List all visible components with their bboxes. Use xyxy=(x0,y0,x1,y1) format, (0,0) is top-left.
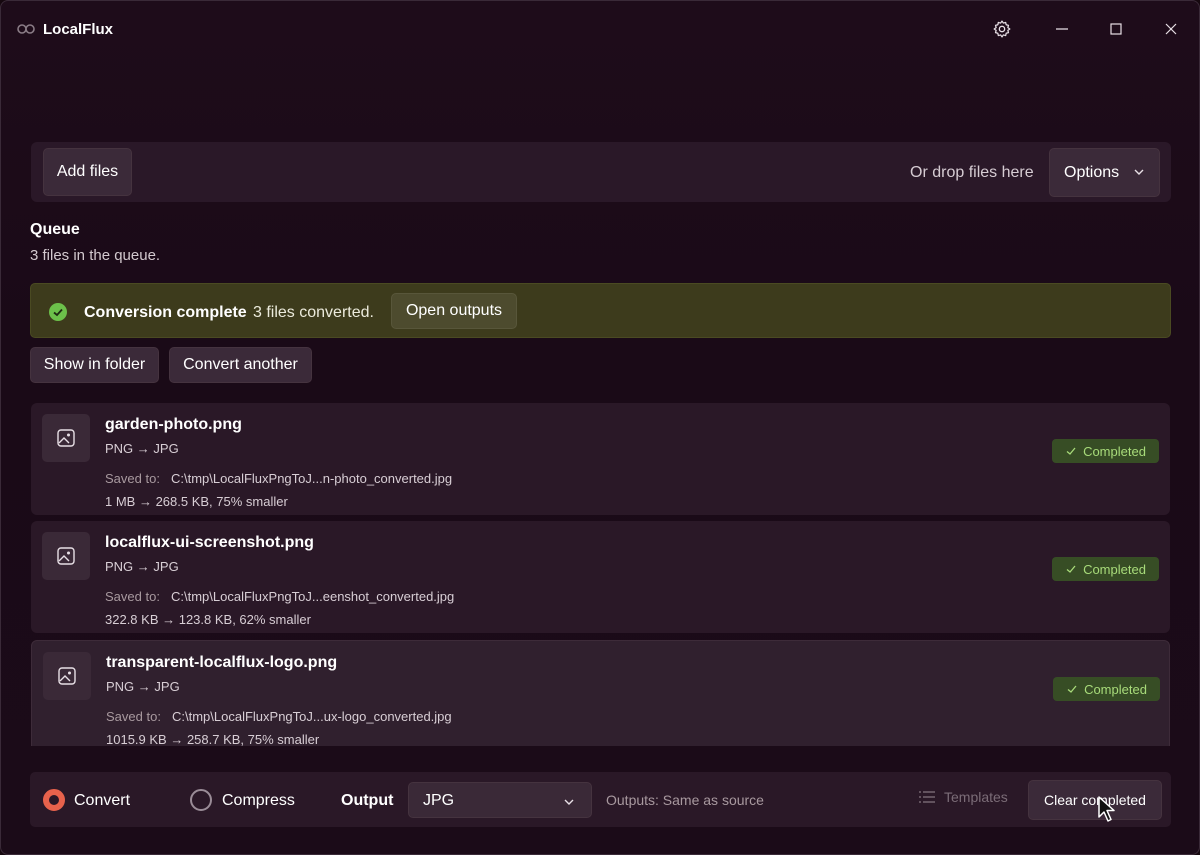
image-icon xyxy=(58,667,76,685)
saved-path: C:\tmp\LocalFluxPngToJ...ux-logo_convert… xyxy=(172,709,452,724)
status-badge: Completed xyxy=(1053,677,1160,701)
file-name: garden-photo.png xyxy=(105,416,242,433)
minimize-icon xyxy=(1056,28,1068,30)
status-text: Completed xyxy=(1084,681,1147,697)
banner-title: Conversion complete xyxy=(84,304,247,321)
size-info: 1 MB → 268.5 KB, 75% smaller xyxy=(105,494,288,509)
app-window: LocalFlux Add files Or drop files here O… xyxy=(0,0,1200,855)
file-conversion: PNG → JPG xyxy=(105,441,179,456)
title-bar: LocalFlux xyxy=(1,1,1199,57)
image-icon xyxy=(57,547,75,565)
success-banner: Conversion complete 3 files converted. O… xyxy=(30,283,1171,338)
convert-another-button[interactable]: Convert another xyxy=(169,347,312,383)
maximize-button[interactable] xyxy=(1102,15,1130,43)
chevron-down-icon xyxy=(1134,169,1144,175)
templates-label: Templates xyxy=(944,789,1008,805)
app-logo-icon xyxy=(17,24,35,34)
file-thumbnail xyxy=(42,414,90,462)
size-info: 1015.9 KB → 258.7 KB, 75% smaller xyxy=(106,732,320,746)
drop-zone[interactable]: Add files Or drop files here Options xyxy=(31,142,1171,202)
queue-count: 3 files in the queue. xyxy=(30,247,161,264)
clear-completed-button[interactable]: Clear completed xyxy=(1028,780,1162,820)
settings-button[interactable] xyxy=(988,15,1016,43)
compress-radio-label[interactable]: Compress xyxy=(222,792,295,810)
image-icon xyxy=(57,429,75,447)
saved-to-label: Saved to: xyxy=(105,589,160,604)
maximize-icon xyxy=(1110,23,1122,35)
status-text: Completed xyxy=(1083,561,1146,577)
minimize-button[interactable] xyxy=(1048,15,1076,43)
chevron-down-icon xyxy=(564,799,574,805)
app-title: LocalFlux xyxy=(43,21,114,38)
output-format-value: JPG xyxy=(423,792,455,809)
output-label: Output xyxy=(341,792,394,809)
check-circle-icon xyxy=(49,303,67,321)
list-icon xyxy=(919,791,935,803)
size-info: 322.8 KB → 123.8 KB, 62% smaller xyxy=(105,612,311,627)
file-conversion: PNG → JPG xyxy=(105,559,179,574)
list-item[interactable]: garden-photo.png PNG → JPG Saved to: C:\… xyxy=(31,403,1170,515)
close-button[interactable] xyxy=(1157,15,1185,43)
saved-path: C:\tmp\LocalFluxPngToJ...eenshot_convert… xyxy=(171,589,455,604)
options-label: Options xyxy=(1064,163,1120,181)
mouse-cursor-icon xyxy=(1098,796,1115,822)
check-icon xyxy=(1067,685,1077,693)
options-dropdown[interactable]: Options xyxy=(1049,148,1160,197)
file-thumbnail xyxy=(42,532,90,580)
list-item[interactable]: transparent-localflux-logo.png PNG → JPG… xyxy=(31,640,1170,746)
compress-radio[interactable] xyxy=(190,789,212,811)
saved-to-label: Saved to: xyxy=(106,709,161,724)
banner-message: 3 files converted. xyxy=(253,304,374,321)
outputs-hint: Outputs: Same as source xyxy=(606,792,764,808)
status-badge: Completed xyxy=(1052,557,1159,581)
queue-title: Queue xyxy=(30,221,80,238)
status-badge: Completed xyxy=(1052,439,1159,463)
saved-to-label: Saved to: xyxy=(105,471,160,486)
file-name: transparent-localflux-logo.png xyxy=(106,654,338,671)
gear-icon xyxy=(993,20,1011,38)
check-icon xyxy=(1066,447,1076,455)
close-icon xyxy=(1165,23,1177,35)
open-outputs-button[interactable]: Open outputs xyxy=(391,293,517,329)
show-in-folder-button[interactable]: Show in folder xyxy=(30,347,159,383)
output-format-select[interactable]: JPG xyxy=(408,782,592,818)
bottom-toolbar: Convert Compress Output JPG Outputs: Sam… xyxy=(30,772,1171,827)
file-thumbnail xyxy=(43,652,91,700)
file-name: localflux-ui-screenshot.png xyxy=(105,534,314,551)
status-text: Completed xyxy=(1083,443,1146,459)
saved-path: C:\tmp\LocalFluxPngToJ...n-photo_convert… xyxy=(171,471,453,486)
file-list[interactable]: garden-photo.png PNG → JPG Saved to: C:\… xyxy=(31,403,1171,746)
add-files-button[interactable]: Add files xyxy=(43,148,132,196)
check-icon xyxy=(1066,565,1076,573)
drop-hint: Or drop files here xyxy=(910,164,1034,181)
templates-button[interactable]: Templates xyxy=(918,789,1008,805)
convert-radio-label[interactable]: Convert xyxy=(74,792,130,810)
convert-radio[interactable] xyxy=(43,789,65,811)
list-item[interactable]: localflux-ui-screenshot.png PNG → JPG Sa… xyxy=(31,521,1170,633)
file-conversion: PNG → JPG xyxy=(106,679,180,694)
